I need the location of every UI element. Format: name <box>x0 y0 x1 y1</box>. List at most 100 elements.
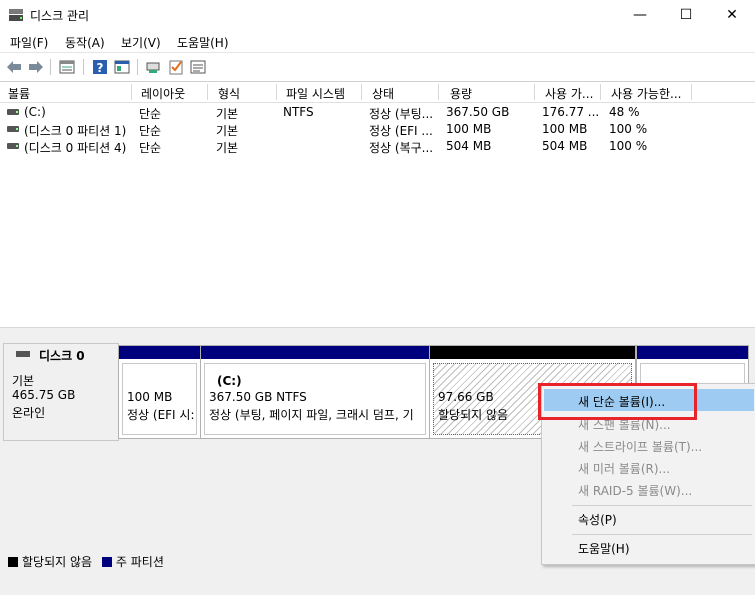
toolbar: ? <box>0 52 755 82</box>
maximize-icon: ☐ <box>679 7 693 23</box>
partition-status: 할당되지 않음 <box>438 408 509 422</box>
disk-status: 온라인 <box>12 406 46 420</box>
cell-filesystem: NTFS <box>283 105 314 119</box>
menu-item-label: 속성(P) <box>578 513 617 527</box>
table-row[interactable]: (디스크 0 파티션 1) 단순 기본 정상 (EFI ... 100 MB 1… <box>0 121 755 138</box>
list-view-icon[interactable] <box>58 58 76 76</box>
partition-body: 100 MB 정상 (EFI 시: <box>122 363 197 435</box>
table-row[interactable]: (C:) 단순 기본 NTFS 정상 (부팅... 367.50 GB 176.… <box>0 104 755 121</box>
window-title: 디스크 관리 <box>30 9 90 23</box>
svg-text:?: ? <box>97 61 104 75</box>
column-status[interactable]: 상태 <box>372 85 394 102</box>
close-button[interactable]: ✕ <box>709 0 755 30</box>
menu-separator <box>572 534 752 535</box>
column-volume[interactable]: 볼륨 <box>8 85 30 102</box>
cell-free-space: 504 MB <box>542 139 588 153</box>
menu-item-label: 도움말(H) <box>578 542 630 556</box>
menu-view[interactable]: 보기(V) <box>121 34 161 51</box>
volume-list: 볼륨 레이아웃 형식 파일 시스템 상태 용량 사용 가... 사용 가능한..… <box>0 82 755 328</box>
column-layout[interactable]: 레이아웃 <box>141 85 185 102</box>
partition-status: 정상 (부팅, 페이지 파일, 크래시 덤프, 기 <box>209 408 414 422</box>
column-separator[interactable] <box>691 84 692 100</box>
column-separator[interactable] <box>534 84 535 100</box>
legend-primary: 주 파티션 <box>115 555 164 569</box>
cell-status: 정상 (부팅... <box>369 107 434 121</box>
toolbar-separator <box>137 59 138 75</box>
disk-type: 기본 <box>12 374 35 388</box>
column-separator[interactable] <box>276 84 277 100</box>
partition-c[interactable]: (C:) 367.50 GB NTFS 정상 (부팅, 페이지 파일, 크래시 … <box>200 345 430 439</box>
primary-swatch <box>101 557 112 567</box>
menu-file[interactable]: 파일(F) <box>10 34 48 51</box>
column-separator[interactable] <box>131 84 132 100</box>
column-separator[interactable] <box>438 84 439 100</box>
cell-percent-free: 100 % <box>609 139 648 153</box>
title-bar: 디스크 관리 — ☐ ✕ <box>0 0 755 30</box>
partition-bar <box>119 346 200 359</box>
column-type[interactable]: 형식 <box>218 85 240 102</box>
partition-status: 정상 (EFI 시: <box>127 408 195 422</box>
menu-item-new-striped-volume[interactable]: 새 스트라이프 볼륨(T)... <box>544 434 754 456</box>
check-icon[interactable] <box>167 58 185 76</box>
back-icon[interactable] <box>5 58 23 76</box>
properties-icon[interactable] <box>113 58 131 76</box>
column-separator[interactable] <box>207 84 208 100</box>
minimize-button[interactable]: — <box>617 0 663 30</box>
cell-percent-free: 48 % <box>609 105 640 119</box>
menu-item-properties[interactable]: 속성(P) <box>544 507 754 529</box>
menu-item-help[interactable]: 도움말(H) <box>544 536 754 558</box>
cell-volume: (디스크 0 파티션 1) <box>24 124 127 138</box>
partition-body: (C:) 367.50 GB NTFS 정상 (부팅, 페이지 파일, 크래시 … <box>204 363 426 435</box>
disk-icon <box>16 351 30 357</box>
column-free-space[interactable]: 사용 가... <box>545 85 593 102</box>
connect-icon[interactable] <box>145 58 163 76</box>
column-capacity[interactable]: 용량 <box>450 85 472 102</box>
column-filesystem[interactable]: 파일 시스템 <box>286 85 345 102</box>
settings-icon[interactable] <box>189 58 207 76</box>
cell-type: 기본 <box>216 124 239 138</box>
column-separator[interactable] <box>361 84 362 100</box>
cell-status: 정상 (EFI ... <box>369 124 433 138</box>
menu-item-new-raid5-volume[interactable]: 새 RAID-5 볼륨(W)... <box>544 478 754 500</box>
partition-size: 367.50 GB NTFS <box>209 390 307 404</box>
partition-size: 97.66 GB <box>438 390 494 404</box>
column-header: 볼륨 레이아웃 형식 파일 시스템 상태 용량 사용 가... 사용 가능한..… <box>0 82 755 103</box>
help-icon[interactable]: ? <box>91 58 109 76</box>
disk-0-label[interactable]: 디스크 0 기본 465.75 GB 온라인 <box>3 343 119 441</box>
volume-icon <box>7 109 19 115</box>
cell-layout: 단순 <box>139 124 162 138</box>
menu-item-label: 새 미러 볼륨(R)... <box>578 462 670 476</box>
menu-item-new-mirrored-volume[interactable]: 새 미러 볼륨(R)... <box>544 456 754 478</box>
cell-capacity: 100 MB <box>446 122 492 136</box>
menu-item-label: 새 스트라이프 볼륨(T)... <box>578 440 703 454</box>
toolbar-separator <box>83 59 84 75</box>
legend: 할당되지 않음 주 파티션 <box>8 553 164 570</box>
cell-percent-free: 100 % <box>609 122 648 136</box>
maximize-button[interactable]: ☐ <box>663 0 709 30</box>
disk-name: 디스크 0 <box>39 349 85 363</box>
column-separator[interactable] <box>600 84 601 100</box>
cell-free-space: 100 MB <box>542 122 588 136</box>
menu-action[interactable]: 동작(A) <box>65 34 105 51</box>
cell-type: 기본 <box>216 141 239 155</box>
cell-free-space: 176.77 ... <box>542 105 600 119</box>
menu-help[interactable]: 도움말(H) <box>177 34 229 51</box>
disk-size: 465.75 GB <box>12 388 76 402</box>
cell-volume: (C:) <box>24 105 46 119</box>
highlight-annotation-box <box>538 383 697 420</box>
column-percent-free[interactable]: 사용 가능한... <box>611 85 681 102</box>
menu-separator <box>572 505 752 506</box>
cell-layout: 단순 <box>139 141 162 155</box>
cell-volume: (디스크 0 파티션 4) <box>24 141 127 155</box>
partition-size: 100 MB <box>127 390 173 404</box>
table-row[interactable]: (디스크 0 파티션 4) 단순 기본 정상 (복구... 504 MB 504… <box>0 138 755 155</box>
cell-type: 기본 <box>216 107 239 121</box>
close-icon: ✕ <box>726 7 738 23</box>
partition-title: (C:) <box>217 374 242 388</box>
partition-bar <box>201 346 429 359</box>
forward-icon[interactable] <box>27 58 45 76</box>
volume-icon <box>7 143 19 149</box>
minimize-icon: — <box>633 7 647 23</box>
unallocated-swatch <box>8 557 18 567</box>
partition-efi[interactable]: 100 MB 정상 (EFI 시: <box>118 345 201 439</box>
